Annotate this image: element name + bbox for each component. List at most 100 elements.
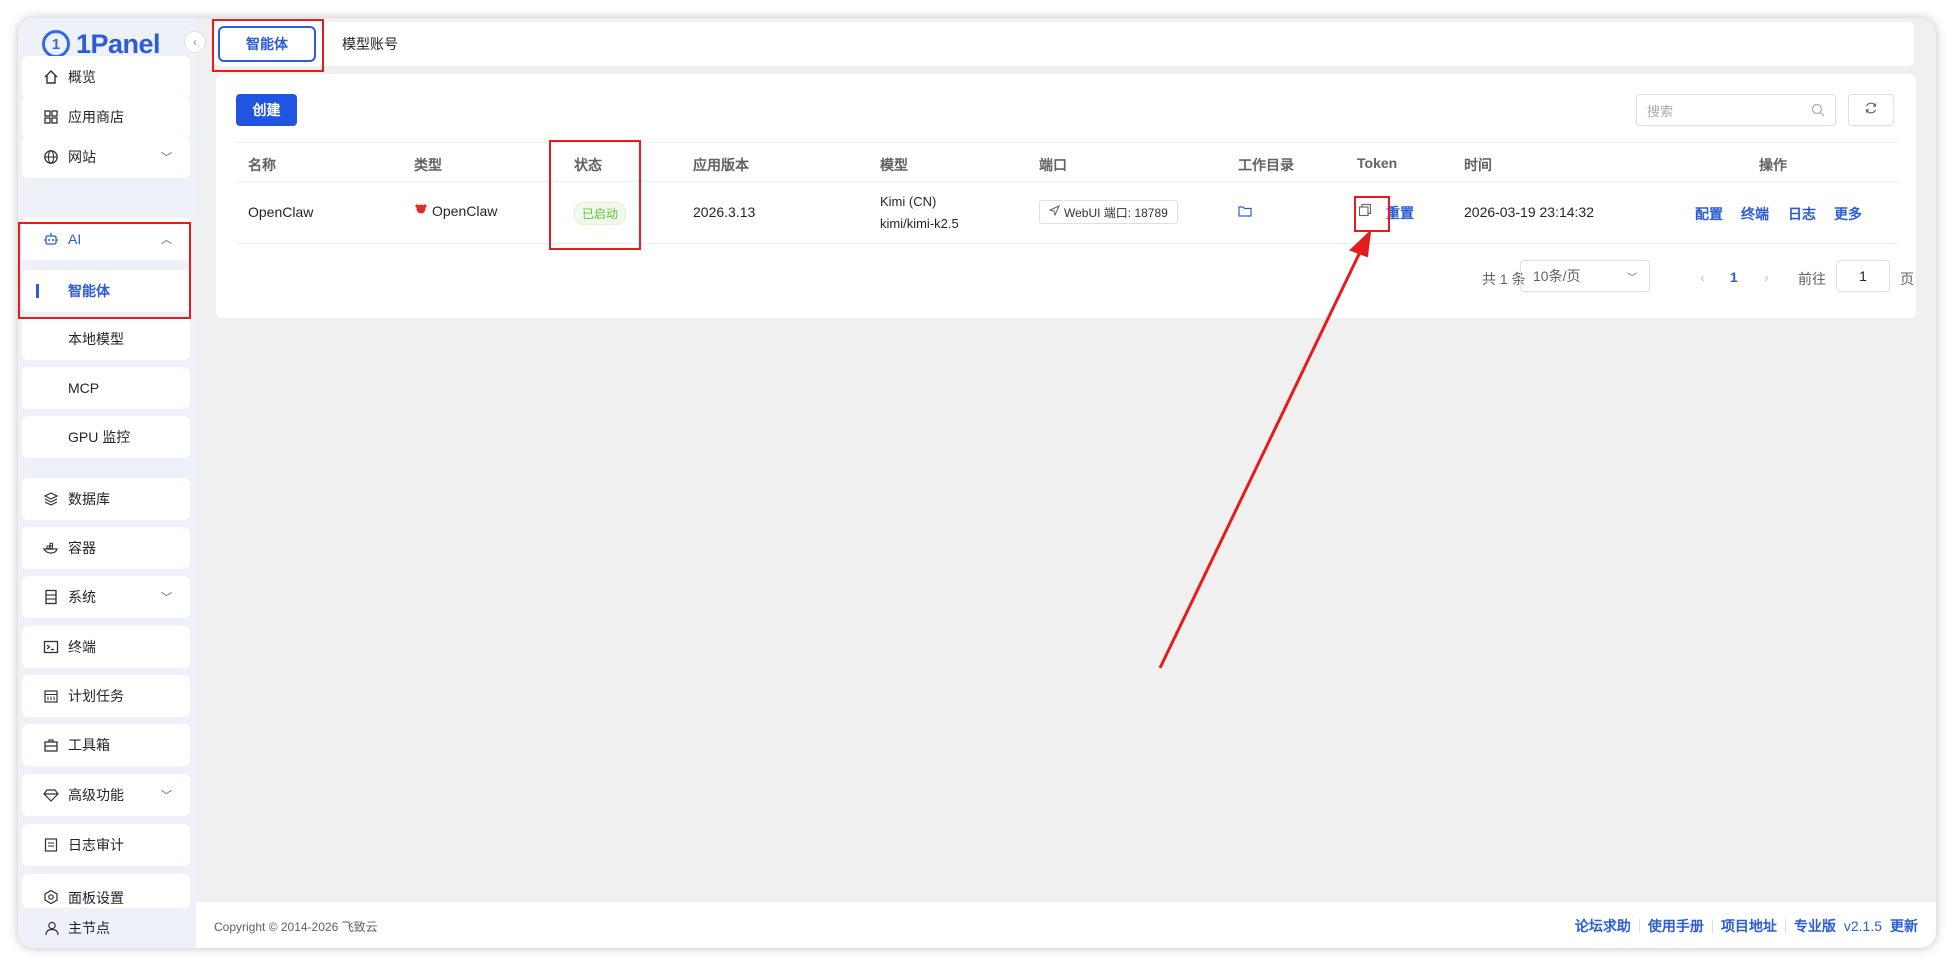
column-header: 应用版本 <box>693 157 749 173</box>
model-name: kimi/kimi-k2.5 <box>880 216 959 231</box>
refresh-button[interactable] <box>1848 94 1894 126</box>
sidebar-item-terminal[interactable]: 终端 <box>22 626 190 668</box>
prev-page-button[interactable]: ‹ <box>1700 269 1705 285</box>
footer: Copyright © 2014-2026 飞致云 论坛求助 使用手册 项目地址… <box>196 902 1936 948</box>
table-header: 名称 类型 状态 应用版本 模型 端口 工作目录 Token 时间 操作 <box>236 142 1898 182</box>
table-row: OpenClaw OpenClaw 已启动 2026.3.13 Kimi (CN… <box>236 182 1898 244</box>
webui-port-button[interactable]: WebUI 端口: 18789 <box>1039 200 1178 224</box>
sidebar-item-system[interactable]: 系统 ﹀ <box>22 576 190 618</box>
next-page-button[interactable]: › <box>1764 269 1769 285</box>
divider <box>1784 919 1786 933</box>
sidebar-item-website[interactable]: 网站 ﹀ <box>22 136 190 178</box>
column-header: 名称 <box>248 157 276 173</box>
sidebar-item-label: 应用商店 <box>68 109 124 125</box>
annotation-box-tab <box>212 19 324 72</box>
page-size-value: 10条/页 <box>1533 268 1581 284</box>
sidebar-item-label: MCP <box>68 380 100 396</box>
globe-icon <box>42 148 60 166</box>
container-icon <box>42 539 60 557</box>
cell-time: 2026-03-19 23:14:32 <box>1464 204 1594 220</box>
update-link[interactable]: 更新 <box>1890 916 1918 936</box>
chevron-down-icon: ﹀ <box>161 790 172 802</box>
sidebar-item-database[interactable]: 数据库 <box>22 478 190 520</box>
openclaw-logo-icon <box>414 202 428 219</box>
sidebar-item-toolbox[interactable]: 工具箱 <box>22 724 190 766</box>
column-header: 操作 <box>1759 157 1787 173</box>
node-selector[interactable]: 主节点 <box>18 908 196 948</box>
divider <box>1638 919 1640 933</box>
sidebar-item-label: GPU 监控 <box>68 429 131 445</box>
manual-link[interactable]: 使用手册 <box>1648 916 1704 936</box>
sidebar-item-label: 面板设置 <box>68 890 124 906</box>
reset-token-link[interactable]: 重置 <box>1386 203 1414 223</box>
sidebar-item-label: 本地模型 <box>68 331 124 347</box>
sidebar-item-local-models[interactable]: 本地模型 <box>22 318 190 360</box>
sidebar-item-label: 容器 <box>68 540 96 556</box>
port-label: WebUI 端口: 18789 <box>1064 205 1168 220</box>
annotation-box-token <box>1354 196 1390 232</box>
sidebar-item-advanced[interactable]: 高级功能 ﹀ <box>22 774 190 816</box>
goto-label: 前往 <box>1798 271 1826 287</box>
server-icon <box>42 588 60 606</box>
layers-icon <box>42 490 60 508</box>
column-header: 类型 <box>414 157 442 173</box>
diamond-icon <box>42 786 60 804</box>
chevron-down-icon: ﹀ <box>1627 272 1637 284</box>
sidebar-item-container[interactable]: 容器 <box>22 527 190 569</box>
send-icon <box>1048 205 1060 219</box>
pro-edition-link[interactable]: 专业版 <box>1794 916 1836 936</box>
search-placeholder: 搜索 <box>1647 103 1674 119</box>
sidebar-item-label: 工具箱 <box>68 737 110 753</box>
page-size-select[interactable]: 10条/页 ﹀ <box>1520 260 1650 292</box>
settings-icon <box>42 888 60 906</box>
footer-links: 论坛求助 使用手册 项目地址 专业版 v2.1.5 更新 <box>1575 916 1918 936</box>
annotation-box-ai-menu <box>18 222 191 319</box>
sidebar-item-gpu-monitor[interactable]: GPU 监控 <box>22 416 190 458</box>
column-header: 时间 <box>1464 157 1492 173</box>
cell-port: WebUI 端口: 18789 <box>1039 200 1178 224</box>
sidebar-item-cron[interactable]: 计划任务 <box>22 675 190 717</box>
version-text: v2.1.5 <box>1843 918 1882 934</box>
search-input[interactable]: 搜索 <box>1636 94 1836 126</box>
refresh-icon <box>1864 101 1878 120</box>
forum-link[interactable]: 论坛求助 <box>1575 916 1631 936</box>
sidebar-item-label: 日志审计 <box>68 837 124 853</box>
copyright-text: Copyright © 2014-2026 飞致云 <box>214 920 378 934</box>
chevron-left-icon: ‹ <box>193 35 197 49</box>
sidebar-item-label: 数据库 <box>68 491 110 507</box>
sidebar: 1 1Panel 概览 应用商店 网站 ﹀ AI ︿ 智能体 本地模型 MCP … <box>18 18 196 948</box>
sidebar-item-log-audit[interactable]: 日志审计 <box>22 824 190 866</box>
page-number-current[interactable]: 1 <box>1730 269 1738 285</box>
user-icon <box>44 920 60 936</box>
agents-panel: 创建 搜索 名称 类型 状态 应用版本 模型 端口 工作目录 Token 时间 … <box>216 74 1916 318</box>
cell-version: 2026.3.13 <box>693 204 756 220</box>
sidebar-item-label: 高级功能 <box>68 787 124 803</box>
sidebar-collapse-button[interactable]: ‹ <box>184 31 206 53</box>
tab-model-accounts[interactable]: 模型账号 <box>330 26 410 62</box>
goto-page-input[interactable]: 1 <box>1836 260 1890 292</box>
logo-text: 1Panel <box>76 28 161 59</box>
sidebar-item-label: 概览 <box>68 69 96 85</box>
sidebar-item-mcp[interactable]: MCP <box>22 367 190 409</box>
sidebar-item-panel-settings[interactable]: 面板设置 <box>22 874 190 908</box>
cell-type-label: OpenClaw <box>432 202 498 219</box>
home-icon <box>42 68 60 86</box>
logs-link[interactable]: 日志 <box>1788 204 1816 224</box>
model-provider: Kimi (CN) <box>880 194 937 209</box>
chevron-down-icon: ﹀ <box>161 152 172 164</box>
column-header: 模型 <box>880 157 908 173</box>
config-link[interactable]: 配置 <box>1695 204 1723 224</box>
cell-model: Kimi (CN) kimi/kimi-k2.5 <box>880 191 959 235</box>
search-icon <box>1811 103 1825 120</box>
more-link[interactable]: 更多 <box>1834 204 1862 224</box>
chevron-down-icon: ﹀ <box>161 592 172 604</box>
create-button[interactable]: 创建 <box>236 94 297 126</box>
column-header: Token <box>1357 155 1398 171</box>
sidebar-item-appstore[interactable]: 应用商店 <box>22 96 190 138</box>
calendar-icon <box>42 687 60 705</box>
project-link[interactable]: 项目地址 <box>1721 916 1777 936</box>
folder-icon[interactable] <box>1238 204 1252 221</box>
sidebar-item-overview[interactable]: 概览 <box>22 56 190 98</box>
terminal-link[interactable]: 终端 <box>1741 204 1769 224</box>
apps-icon <box>42 108 60 126</box>
